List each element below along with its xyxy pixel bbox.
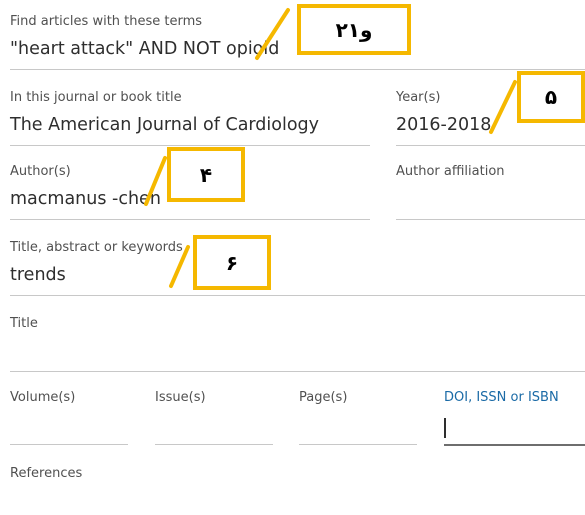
journal-label: In this journal or book title <box>10 90 182 105</box>
title-label: Title <box>10 316 38 331</box>
doi-label: DOI, ISSN or ISBN <box>444 390 559 405</box>
pages-label: Page(s) <box>299 390 348 405</box>
affiliation-field: Author affiliation <box>396 164 585 222</box>
journal-input[interactable]: The American Journal of Cardiology <box>10 115 319 135</box>
references-field: References <box>10 466 585 511</box>
annotation-box-6: ۶ <box>193 235 271 290</box>
keywords-input[interactable]: trends <box>10 265 66 285</box>
terms-label: Find articles with these terms <box>10 14 203 29</box>
volume-field: Volume(s) <box>10 390 128 448</box>
issue-field: Issue(s) <box>155 390 273 448</box>
years-underline <box>396 145 585 146</box>
journal-field: In this journal or book title The Americ… <box>10 90 370 148</box>
annotation-box-5: ۵ <box>517 71 585 123</box>
text-caret <box>444 418 446 438</box>
doi-field: DOI, ISSN or ISBN <box>444 390 585 448</box>
volume-label: Volume(s) <box>10 390 76 405</box>
doi-underline <box>444 444 585 446</box>
keywords-label: Title, abstract or keywords <box>10 240 183 255</box>
terms-input[interactable]: "heart attack" AND NOT opioid <box>10 39 279 59</box>
years-input[interactable]: 2016-2018 <box>396 115 491 135</box>
terms-underline <box>10 69 585 70</box>
volume-underline <box>10 444 128 445</box>
authors-underline <box>10 219 370 220</box>
keywords-underline <box>10 295 585 296</box>
title-field: Title <box>10 316 585 374</box>
annotation-box-12: ۲و۱ <box>297 4 411 55</box>
keywords-field: Title, abstract or keywords trends <box>10 240 585 298</box>
title-underline <box>10 371 585 372</box>
years-label: Year(s) <box>396 90 441 105</box>
pages-underline <box>299 444 417 445</box>
journal-underline <box>10 145 370 146</box>
pages-field: Page(s) <box>299 390 417 448</box>
issue-underline <box>155 444 273 445</box>
authors-label: Author(s) <box>10 164 71 179</box>
affiliation-underline <box>396 219 585 220</box>
annotation-box-4: ۴ <box>167 147 245 202</box>
affiliation-label: Author affiliation <box>396 164 505 179</box>
issue-label: Issue(s) <box>155 390 206 405</box>
references-label: References <box>10 466 83 481</box>
authors-input[interactable]: macmanus -chen <box>10 189 161 209</box>
